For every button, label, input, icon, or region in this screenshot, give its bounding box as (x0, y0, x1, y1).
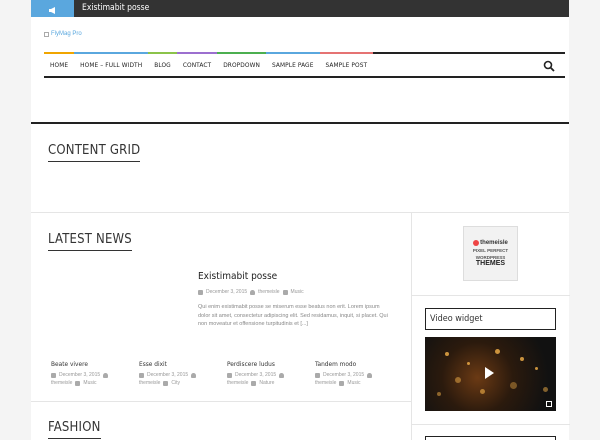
video-player[interactable] (425, 337, 556, 411)
broken-image-icon (44, 31, 49, 37)
user-icon (367, 372, 373, 378)
sidebar: themeisle PIXEL PERFECT WORDPRESS THEMES… (411, 212, 570, 440)
ad-brand: themeisle (480, 240, 508, 246)
ticker-headline[interactable]: Existimabit posse (82, 0, 149, 17)
small-post-title[interactable]: Beate vivere (51, 360, 88, 368)
section-title-content-grid: CONTENT GRID (48, 143, 141, 162)
post-date[interactable]: December 3, 2015 (147, 372, 188, 378)
nav-item-blog[interactable]: BLOG (148, 52, 177, 76)
calendar-icon (227, 372, 232, 378)
nav-item-dropdown[interactable]: DROPDOWN (217, 52, 266, 76)
calendar-icon (198, 289, 203, 295)
user-icon (279, 372, 285, 378)
nav-item-home-full-width[interactable]: HOME – FULL WIDTH (74, 52, 149, 76)
next-widget-title-box (425, 436, 556, 440)
small-post-title[interactable]: Tandem modo (315, 360, 356, 368)
post-date[interactable]: December 3, 2015 (323, 372, 364, 378)
news-ticker: Existimabit posse (31, 0, 569, 17)
main-navigation: HOME HOME – FULL WIDTH BLOG CONTACT DROP… (44, 52, 565, 78)
widget-divider (412, 295, 570, 296)
themeisle-ad-banner[interactable]: themeisle PIXEL PERFECT WORDPRESS THEMES (463, 226, 518, 281)
folder-icon (251, 380, 257, 386)
user-icon (103, 372, 109, 378)
featured-post-title[interactable]: Existimabit posse (198, 271, 277, 282)
small-post-meta: December 3, 2015 themeisle City (139, 372, 219, 386)
calendar-icon (139, 372, 144, 378)
nav-item-sample-post[interactable]: SAMPLE POST (319, 52, 374, 76)
ad-line-3: THEMES (475, 260, 506, 267)
logo-alt-text: FlyMag Pro (51, 31, 82, 37)
post-category[interactable]: Music (347, 380, 360, 386)
post-date[interactable]: December 3, 2015 (235, 372, 276, 378)
small-post-title[interactable]: Esse dixit (139, 360, 167, 368)
folder-icon (282, 289, 288, 295)
small-post-title[interactable]: Perdiscere ludus (227, 360, 275, 368)
post-category[interactable]: Music (291, 289, 304, 295)
featured-post-meta: December 3, 2015 themeisle Music (198, 289, 304, 295)
megaphone-icon (31, 0, 74, 17)
post-date[interactable]: December 3, 2015 (59, 372, 100, 378)
folder-icon (163, 380, 169, 386)
section-title-fashion: FASHION (48, 420, 101, 439)
post-author[interactable]: themeisle (227, 380, 248, 386)
calendar-icon (315, 372, 320, 378)
user-icon (191, 372, 197, 378)
small-post-meta: December 3, 2015 themeisle Music (51, 372, 131, 386)
header-divider (31, 122, 569, 124)
calendar-icon (51, 372, 56, 378)
section-divider (31, 401, 411, 402)
post-category[interactable]: City (171, 380, 180, 386)
post-author[interactable]: themeisle (51, 380, 72, 386)
play-icon[interactable] (485, 367, 494, 379)
fullscreen-icon[interactable] (546, 401, 552, 407)
section-title-latest-news: LATEST NEWS (48, 232, 132, 251)
nav-item-sample-page[interactable]: SAMPLE PAGE (265, 52, 320, 76)
nav-item-contact[interactable]: CONTACT (176, 52, 218, 76)
post-category[interactable]: Nature (259, 380, 274, 386)
small-post-meta: December 3, 2015 themeisle Nature (227, 372, 307, 386)
ad-line-1: PIXEL PERFECT (472, 248, 509, 253)
post-date[interactable]: December 3, 2015 (206, 289, 247, 295)
video-widget-title: Video widget (425, 308, 556, 330)
featured-post-excerpt: Qui enim existimabit posse se miserum es… (198, 304, 388, 327)
folder-icon (75, 380, 81, 386)
post-category[interactable]: Music (83, 380, 96, 386)
page-container: Existimabit posse FlyMag Pro HOME HOME –… (31, 0, 570, 440)
themeisle-logo: themeisle (473, 240, 508, 246)
site-logo[interactable]: FlyMag Pro (44, 31, 82, 37)
post-author[interactable]: themeisle (139, 380, 160, 386)
small-post-meta: December 3, 2015 themeisle Music (315, 372, 395, 386)
widget-divider (412, 424, 570, 425)
user-icon (250, 289, 256, 295)
post-author[interactable]: themeisle (315, 380, 336, 386)
post-author[interactable]: themeisle (258, 289, 279, 295)
nav-item-home[interactable]: HOME (44, 52, 75, 76)
themeisle-logo-icon (473, 240, 480, 246)
folder-icon (339, 380, 345, 386)
search-icon[interactable] (543, 60, 555, 72)
